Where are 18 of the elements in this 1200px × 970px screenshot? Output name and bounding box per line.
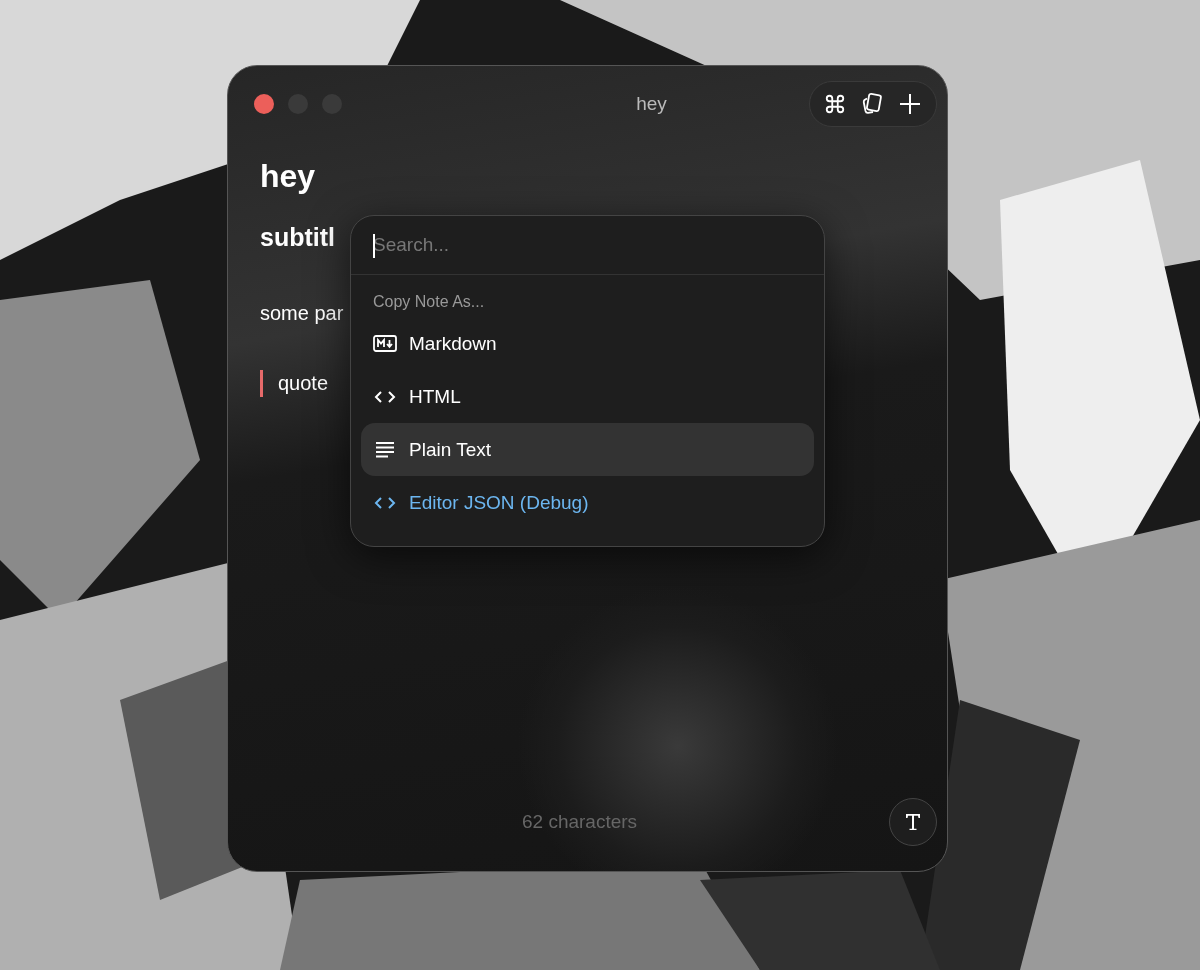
menu-item[interactable]: Plain Text [361,423,814,476]
note-subheading: subtitl [260,223,335,252]
menu-item[interactable]: HTML [361,370,814,423]
search-field[interactable]: Search... [373,234,810,256]
window-control[interactable] [254,94,274,114]
text-cursor [373,234,375,258]
section-label: Copy Note As... [372,292,486,312]
character-count: 62 characters [522,811,639,833]
plus-icon [898,92,922,116]
cards-icon [860,92,884,116]
format-button[interactable] [889,798,937,846]
window-title: hey [635,93,668,115]
text-format-icon [903,812,923,832]
note-heading: hey [260,158,316,195]
command-icon [824,93,846,115]
menu-item[interactable]: Markdown [361,317,814,370]
menu-item[interactable]: Editor JSON (Debug) [361,476,814,529]
note-paragraph: some par [260,302,344,325]
